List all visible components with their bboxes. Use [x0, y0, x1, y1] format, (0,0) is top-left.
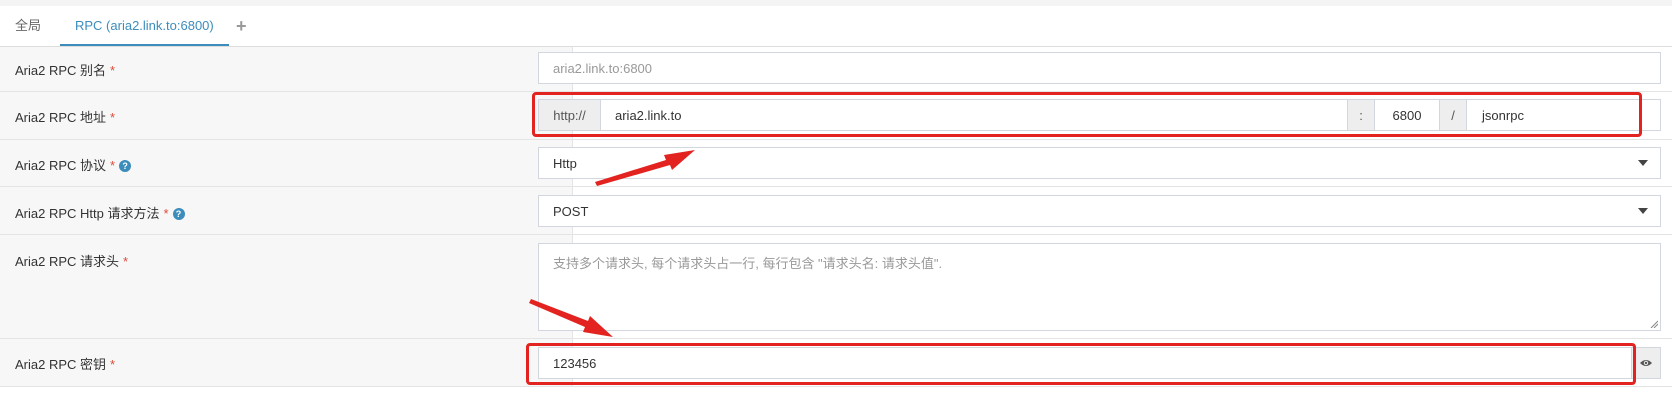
- toggle-secret-visibility-button[interactable]: [1631, 347, 1661, 379]
- tab-global[interactable]: 全局: [15, 6, 41, 46]
- rpc-headers-placeholder: 支持多个请求头, 每个请求头占一行, 每行包含 "请求头名: 请求头值".: [553, 256, 943, 271]
- row-rpc-alias: Aria2 RPC 别名 * aria2.link.to:6800: [0, 47, 1672, 92]
- row-label-cell: Aria2 RPC Http 请求方法 *?: [0, 187, 573, 234]
- colon-addon: :: [1347, 100, 1375, 130]
- row-rpc-address: Aria2 RPC 地址 * http:// aria2.link.to : 68…: [0, 92, 1672, 140]
- required-mark: *: [163, 206, 169, 221]
- row-label-cell: Aria2 RPC 别名 *: [0, 47, 573, 91]
- rpc-path-input[interactable]: jsonrpc: [1467, 100, 1539, 130]
- row-rpc-secret: Aria2 RPC 密钥 * 123456: [0, 339, 1672, 387]
- row-rpc-protocol: Aria2 RPC 协议 *? Http: [0, 140, 1672, 187]
- required-mark: *: [123, 254, 129, 269]
- tab-bar: 全局 RPC (aria2.link.to:6800) +: [0, 6, 1672, 47]
- rpc-secret-input[interactable]: 123456: [538, 347, 1632, 379]
- required-mark: *: [110, 158, 116, 173]
- rpc-alias-placeholder: aria2.link.to:6800: [553, 60, 653, 76]
- tab-rpc[interactable]: RPC (aria2.link.to:6800): [60, 6, 229, 46]
- rpc-host-input[interactable]: aria2.link.to: [601, 100, 1347, 130]
- add-rpc-tab-button[interactable]: +: [236, 6, 247, 46]
- label-rpc-alias: Aria2 RPC 别名: [15, 63, 107, 78]
- row-label-cell: Aria2 RPC 地址 *: [0, 92, 573, 139]
- row-rpc-headers: Aria2 RPC 请求头 * 支持多个请求头, 每个请求头占一行, 每行包含 "…: [0, 235, 1672, 339]
- rpc-protocol-value: Http: [553, 155, 577, 171]
- rpc-protocol-select[interactable]: Http: [538, 147, 1661, 179]
- caret-down-icon: [1638, 208, 1648, 214]
- rpc-method-select[interactable]: POST: [538, 195, 1661, 227]
- resize-handle-icon[interactable]: [1650, 320, 1658, 328]
- required-mark: *: [110, 110, 116, 125]
- required-mark: *: [110, 63, 116, 78]
- question-circle-icon[interactable]: ?: [119, 160, 132, 172]
- rpc-method-value: POST: [553, 203, 589, 219]
- label-rpc-method: Aria2 RPC Http 请求方法: [15, 206, 160, 221]
- question-circle-icon[interactable]: ?: [172, 208, 185, 220]
- row-label-cell: Aria2 RPC 请求头 *: [0, 235, 573, 338]
- rpc-secret-value: 123456: [553, 355, 597, 371]
- row-rpc-method: Aria2 RPC Http 请求方法 *? POST: [0, 187, 1672, 235]
- rpc-headers-textarea[interactable]: 支持多个请求头, 每个请求头占一行, 每行包含 "请求头名: 请求头值".: [538, 243, 1661, 331]
- row-label-cell: Aria2 RPC 协议 *?: [0, 140, 573, 186]
- label-rpc-address: Aria2 RPC 地址: [15, 110, 107, 125]
- protocol-prefix-addon: http://: [539, 100, 601, 130]
- page-bottom: [0, 387, 1672, 416]
- rpc-alias-input[interactable]: aria2.link.to:6800: [538, 52, 1661, 84]
- row-label-cell: Aria2 RPC 密钥 *: [0, 339, 573, 386]
- eye-icon: [1640, 360, 1652, 366]
- caret-down-icon: [1638, 160, 1648, 166]
- label-rpc-headers: Aria2 RPC 请求头: [15, 254, 120, 269]
- rpc-address-group: http:// aria2.link.to : 6800 / jsonrpc: [538, 99, 1661, 131]
- required-mark: *: [110, 357, 116, 372]
- label-rpc-protocol: Aria2 RPC 协议: [15, 158, 107, 173]
- rpc-port-input[interactable]: 6800: [1375, 100, 1439, 130]
- slash-addon: /: [1439, 100, 1467, 130]
- label-rpc-secret: Aria2 RPC 密钥: [15, 357, 107, 372]
